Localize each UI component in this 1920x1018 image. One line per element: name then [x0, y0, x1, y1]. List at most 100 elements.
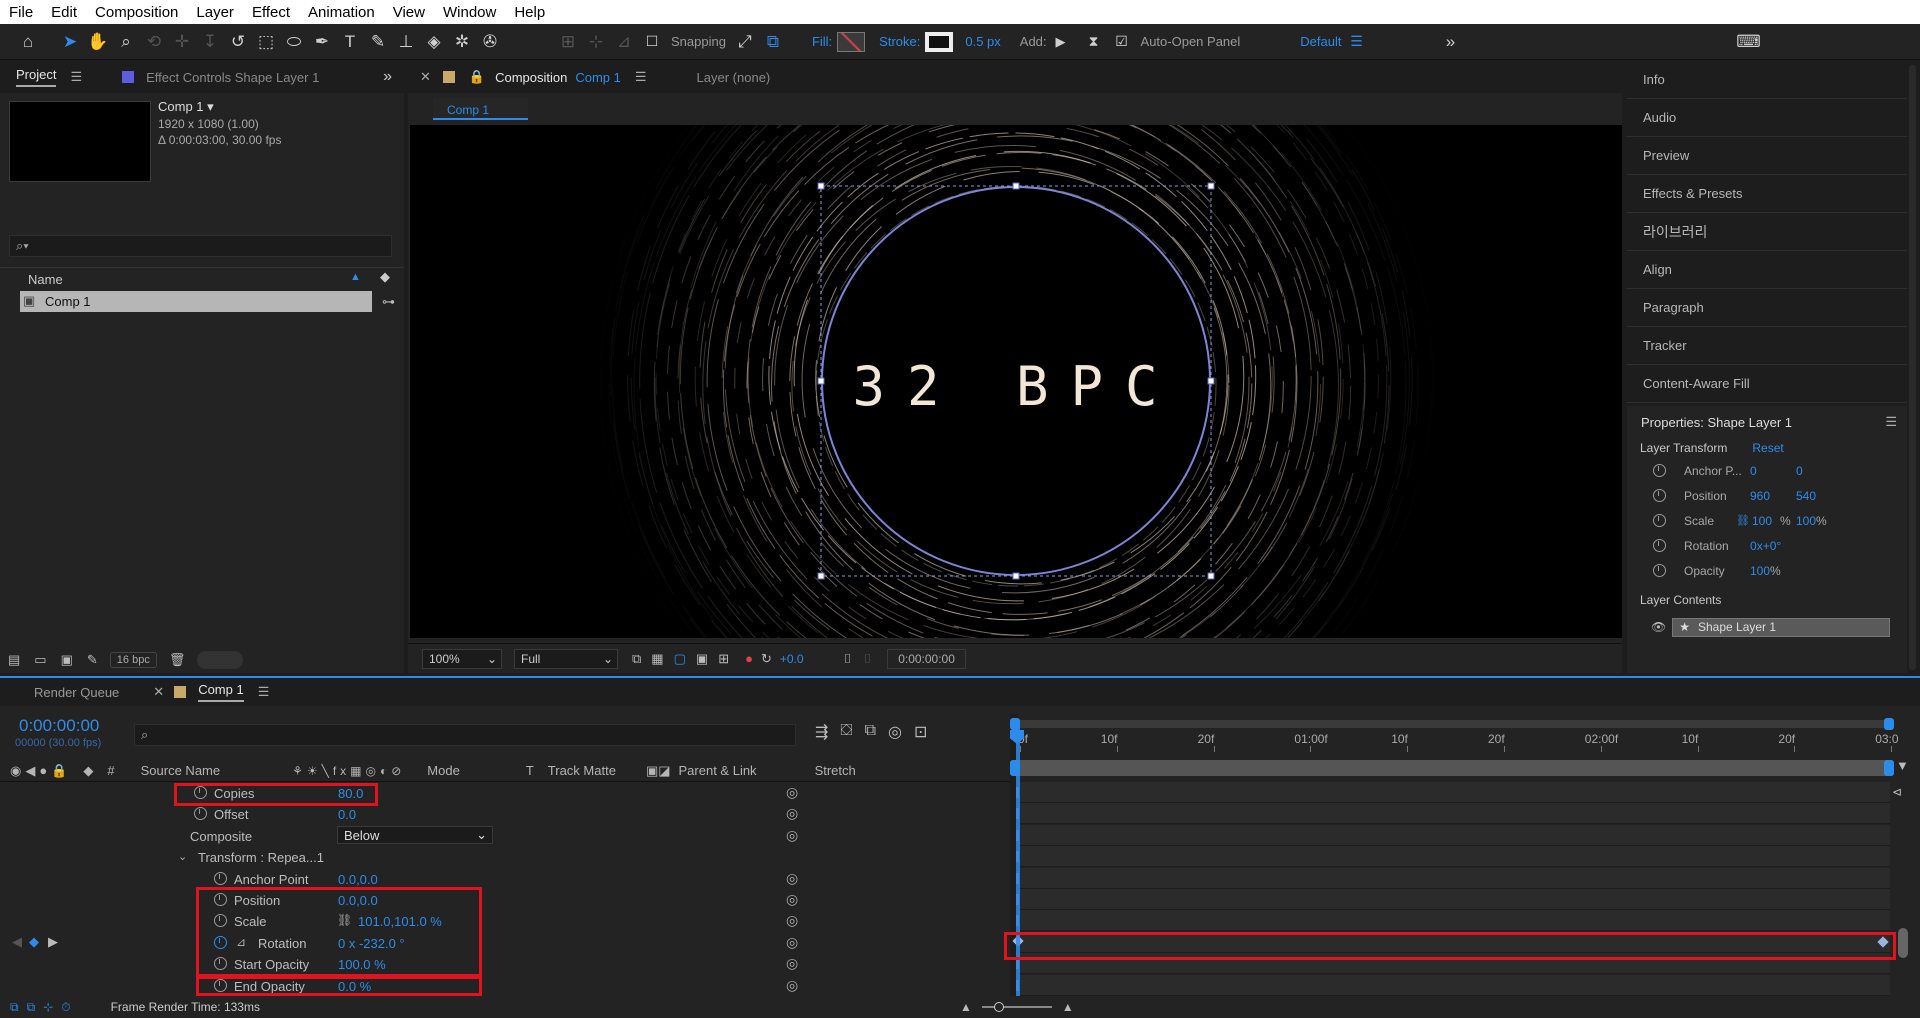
panel-audio[interactable]: Audio	[1627, 99, 1907, 137]
fast-preview-icon[interactable]: ⧉	[632, 651, 641, 667]
workspace-default[interactable]: Default	[1300, 34, 1341, 49]
stopwatch-icon[interactable]	[1653, 464, 1666, 477]
eraser-tool-icon[interactable]: ◈	[420, 28, 448, 56]
pick-whip-icon[interactable]: ◎	[786, 827, 798, 844]
close-tab-icon[interactable]: ✕	[153, 684, 164, 700]
track-row[interactable]	[1018, 846, 1890, 868]
panel-paragraph[interactable]: Paragraph	[1627, 289, 1907, 327]
panel-preview[interactable]: Preview	[1627, 137, 1907, 175]
menu-layer[interactable]: Layer	[187, 4, 243, 21]
tab-composition-name[interactable]: Comp 1	[575, 70, 621, 85]
composite-select[interactable]: Below ⌄	[337, 825, 493, 844]
snapping-checkbox[interactable]: ☐	[638, 28, 666, 56]
pick-whip-icon[interactable]: ◎	[786, 870, 798, 887]
exposure-value[interactable]: +0.0	[780, 652, 804, 666]
prop-value-x[interactable]: 0	[1750, 464, 1796, 478]
panel-effects-presets[interactable]: Effects & Presets	[1627, 175, 1907, 213]
motion-blur-icon[interactable]: ◎	[888, 722, 902, 742]
project-item-comp1[interactable]: ▣ Comp 1	[20, 291, 372, 312]
new-comp-icon[interactable]: ▣	[61, 652, 73, 668]
pan-behind-icon[interactable]: ⬚	[252, 28, 280, 56]
property-row[interactable]: ⌄ Transform : Repea...1	[0, 846, 1010, 867]
new-folder-icon[interactable]: ▭	[34, 652, 46, 668]
eye-icon[interactable]: 👁	[1651, 620, 1666, 634]
property-row[interactable]: Position 0.0,0.0 ◎	[0, 889, 1010, 910]
tab-render-queue[interactable]: Render Queue	[34, 685, 119, 700]
graph-editor-icon[interactable]: ⊡	[914, 722, 927, 742]
panel-align[interactable]: Align	[1627, 251, 1907, 289]
prop-value-y[interactable]: 100	[1796, 514, 1816, 528]
panel-content-aware-fill[interactable]: Content-Aware Fill	[1627, 365, 1907, 403]
time-ruler[interactable]: 0f10f20f01:00f10f20f02:00f10f20f03:0	[1010, 730, 1899, 752]
prop-value-deg[interactable]: x+0°	[1757, 539, 1781, 553]
brush-tool-icon[interactable]: ✎	[364, 28, 392, 56]
pick-whip-icon[interactable]: ◎	[786, 977, 798, 994]
track-row[interactable]	[1018, 803, 1890, 825]
stopwatch-icon[interactable]	[1653, 539, 1666, 552]
shape-layer-item[interactable]: ★ Shape Layer 1	[1672, 617, 1891, 637]
bezier-path-icon[interactable]: ⧗	[1080, 28, 1108, 56]
type-tool-icon[interactable]: T	[336, 28, 364, 56]
col-mode[interactable]: Mode	[427, 763, 460, 778]
comp-viewer[interactable]: 32 BPC	[410, 125, 1622, 638]
frame-blending-icon[interactable]: ⧉	[865, 722, 876, 742]
property-row[interactable]: Copies 80.0 ◎	[0, 782, 1010, 803]
pen-tool-icon[interactable]: ✒	[308, 28, 336, 56]
prop-value-y[interactable]: 540	[1796, 489, 1816, 503]
property-row[interactable]: Offset 0.0 ◎	[0, 803, 1010, 824]
tab-project[interactable]: Project	[16, 67, 57, 87]
prop-value-rev[interactable]: 0	[1750, 539, 1757, 553]
prop-value[interactable]: 100	[1750, 564, 1770, 578]
comp-marker-icon[interactable]: ⊲	[1892, 785, 1902, 799]
col-parent-link[interactable]: Parent & Link	[679, 763, 757, 778]
auto-open-checkbox[interactable]: ☑	[1108, 28, 1136, 56]
panel-tracker[interactable]: Tracker	[1627, 327, 1907, 365]
timeline-search-input[interactable]: ⌕	[134, 724, 796, 746]
pick-whip-icon[interactable]: ◎	[786, 891, 798, 908]
property-row[interactable]: Composite Below ⌄ ◎	[0, 825, 1010, 846]
menu-view[interactable]: View	[384, 4, 434, 21]
col-source-name[interactable]: Source Name	[141, 763, 220, 778]
toggle-modes-icon[interactable]: ⧉	[27, 1000, 36, 1015]
snapshot-icon[interactable]: ⌷	[844, 651, 852, 667]
toggle-switches-icon[interactable]: ⧉	[10, 1000, 19, 1015]
timeline-zoom-slider[interactable]	[981, 1002, 1052, 1012]
interpret-footage-icon[interactable]: ▤	[8, 652, 20, 668]
reset-link[interactable]: Reset	[1752, 441, 1783, 455]
tab-layer[interactable]: Layer (none)	[697, 70, 771, 85]
solo-icon[interactable]: ●	[39, 763, 47, 778]
resolution-select[interactable]: Full ⌄	[514, 648, 618, 669]
stopwatch-icon[interactable]	[194, 807, 207, 821]
pick-whip-icon[interactable]: ◎	[786, 934, 798, 951]
channel-icon[interactable]: ●	[745, 651, 753, 666]
timeline-timecode[interactable]: 0:00:00:00	[19, 716, 99, 736]
snap-edges-icon[interactable]: ⤢	[731, 28, 759, 56]
mask-visibility-icon[interactable]: ▢	[674, 651, 686, 667]
bpc-button[interactable]: 16 bpc	[109, 651, 157, 668]
link-icon[interactable]: ⛓	[1736, 514, 1750, 527]
expand-toolbar-icon[interactable]: »	[1436, 28, 1464, 56]
comp-name-label[interactable]: Comp 1 ▾	[158, 99, 214, 115]
label-tag-icon[interactable]: ◆	[83, 763, 93, 779]
property-value[interactable]: 0.0	[338, 807, 356, 822]
clone-stamp-icon[interactable]: ⊥	[392, 28, 420, 56]
fill-swatch[interactable]	[837, 31, 866, 52]
transparency-grid-icon[interactable]: ▦	[651, 651, 663, 667]
property-row[interactable]: Anchor Point 0.0,0.0 ◎	[0, 868, 1010, 889]
tab-effect-controls[interactable]: Effect Controls Shape Layer 1	[146, 70, 319, 85]
property-row[interactable]: ◀ ◆ ▶ ⊿ Rotation 0 x -232.0 ° ◎	[0, 932, 1010, 953]
stroke-label[interactable]: Stroke:	[879, 34, 920, 49]
property-row[interactable]: End Opacity 0.0 % ◎	[0, 975, 1010, 996]
properties-menu-icon[interactable]: ☰	[1885, 414, 1897, 430]
search-help-icon[interactable]: ⌨	[1734, 28, 1762, 56]
menu-effect[interactable]: Effect	[243, 4, 299, 21]
puppet-pin-icon[interactable]: ✇	[476, 28, 504, 56]
stopwatch-icon[interactable]	[1653, 514, 1666, 527]
panel-info[interactable]: Info	[1627, 61, 1907, 99]
prop-value-x[interactable]: 100	[1752, 514, 1780, 528]
pick-whip-icon[interactable]: ◎	[786, 805, 798, 822]
toggle-render-time-icon[interactable]: ⏱	[61, 1000, 70, 1015]
viewer-timecode[interactable]: 0:00:00:00	[887, 648, 966, 669]
show-snapshot-icon[interactable]: ⌷	[863, 651, 871, 667]
audio-switch-icon[interactable]: ◀	[25, 763, 35, 779]
